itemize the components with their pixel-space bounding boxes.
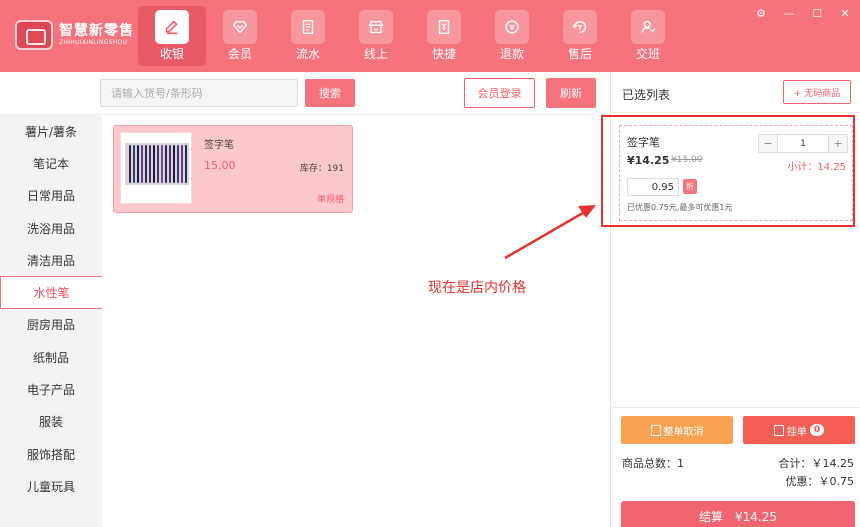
nav-item-cashier[interactable]: 收银 <box>138 6 206 66</box>
category-item[interactable]: 服装 <box>0 406 102 438</box>
hold-order-label: 挂单 <box>786 426 807 438</box>
refund-icon <box>495 10 529 44</box>
main-nav: 收银 会员 流水 线上 快捷 退款 售后 交班 <box>138 6 682 66</box>
nav-item-flow[interactable]: 流水 <box>274 6 342 66</box>
pen-pack-image <box>125 143 189 185</box>
product-spec: 单规格 <box>316 195 344 205</box>
cart-title: 已选列表 <box>622 88 671 102</box>
diamond-icon <box>223 10 257 44</box>
document-icon <box>291 10 325 44</box>
product-card[interactable]: 签字笔 15.00 库存：191 单规格 <box>113 125 353 213</box>
product-image <box>120 132 192 204</box>
nav-item-after-sale[interactable]: 售后 <box>546 6 614 66</box>
nav-item-quick[interactable]: 快捷 <box>410 6 478 66</box>
discount-input[interactable] <box>627 178 679 196</box>
cart-item-subtotal: 小计：14.25 <box>787 162 846 173</box>
divider <box>611 112 860 113</box>
hold-count-badge: 0 <box>809 424 825 436</box>
category-item[interactable]: 厨房用品 <box>0 309 102 341</box>
category-item[interactable]: 纸制品 <box>0 341 102 373</box>
nav-item-refund[interactable]: 退款 <box>478 6 546 66</box>
handover-icon <box>631 10 665 44</box>
cart-item-original-price: ¥15.00 <box>671 155 703 165</box>
nav-label: 快捷 <box>431 47 456 61</box>
close-icon[interactable]: ✕ <box>838 6 852 20</box>
settings-icon[interactable]: ⚙ <box>754 6 768 20</box>
cancel-order-label: 整单取消 <box>663 426 704 438</box>
cancel-order-button[interactable]: 整单取消 <box>621 416 733 444</box>
store-icon <box>359 10 393 44</box>
quantity-value[interactable]: 1 <box>777 135 829 152</box>
product-stock: 库存：191 <box>299 164 344 174</box>
checkout-button[interactable]: 结算 ¥14.25 <box>621 501 855 527</box>
app-logo: 智慧新零售 ZHIHUIXINLINGSHOU <box>15 20 134 50</box>
nav-label: 交班 <box>635 47 660 61</box>
discount-tag[interactable]: 折 <box>683 179 697 194</box>
divider <box>611 407 860 408</box>
nav-label: 退款 <box>499 47 524 61</box>
category-item[interactable]: 洗浴用品 <box>0 212 102 244</box>
nav-label: 会员 <box>227 47 252 61</box>
category-item[interactable]: 服饰搭配 <box>0 438 102 470</box>
minimize-icon[interactable]: — <box>782 6 796 20</box>
hold-order-button[interactable]: 挂单 0 <box>743 416 855 444</box>
quantity-stepper: − 1 + <box>758 134 848 153</box>
after-sale-icon <box>563 10 597 44</box>
category-item[interactable]: 薯片/薯条 <box>0 115 102 147</box>
search-toolbar: 搜索 会员登录 刷新 <box>0 72 610 115</box>
total-sum: 合计：￥14.25 <box>778 457 855 470</box>
increment-button[interactable]: + <box>829 135 847 152</box>
product-name: 签字笔 <box>204 140 234 151</box>
receipt-icon <box>427 10 461 44</box>
category-item[interactable]: 儿童玩具 <box>0 470 102 502</box>
product-grid: 签字笔 15.00 库存：191 单规格 <box>102 115 610 527</box>
cart-item-price: ¥14.25 <box>627 154 670 167</box>
nav-item-handover[interactable]: 交班 <box>614 6 682 66</box>
product-price: 15.00 <box>204 159 236 172</box>
nav-item-member[interactable]: 会员 <box>206 6 274 66</box>
add-no-code-item-button[interactable]: + 无码商品 <box>783 80 851 104</box>
total-item-count: 商品总数：1 <box>622 457 684 470</box>
search-button[interactable]: 搜索 <box>305 79 355 107</box>
logo-name-en: ZHIHUIXINLINGSHOU <box>59 39 128 46</box>
cart-item[interactable]: 签字笔 ¥14.25 ¥15.00 − 1 + 小计：14.25 折 已优惠0.… <box>619 125 853 221</box>
category-item[interactable]: 日常用品 <box>0 180 102 212</box>
logo-mark-icon <box>15 20 53 50</box>
category-item[interactable]: 电子产品 <box>0 373 102 405</box>
discount-note: 已优惠0.75元,最多可优惠1元 <box>627 203 733 212</box>
decrement-button[interactable]: − <box>759 135 777 152</box>
nav-label: 线上 <box>363 47 388 61</box>
category-sidebar: 薯片/薯条 笔记本 日常用品 洗浴用品 清洁用品 水性笔 厨房用品 纸制品 电子… <box>0 115 102 527</box>
pencil-icon <box>155 10 189 44</box>
cancel-icon <box>650 424 661 436</box>
search-input[interactable] <box>100 79 298 107</box>
app-header: 智慧新零售 ZHIHUIXINLINGSHOU 收银 会员 流水 线上 快捷 退… <box>0 0 860 72</box>
nav-item-online[interactable]: 线上 <box>342 6 410 66</box>
maximize-icon[interactable]: ☐ <box>810 6 824 20</box>
cart-item-name: 签字笔 <box>627 136 660 149</box>
refresh-button[interactable]: 刷新 <box>546 78 596 108</box>
category-item-active[interactable]: 水性笔 <box>0 276 102 309</box>
window-controls: ⚙ — ☐ ✕ <box>754 6 852 20</box>
logo-text: 智慧新零售 ZHIHUIXINLINGSHOU <box>59 23 134 47</box>
nav-label: 流水 <box>295 47 320 61</box>
category-item[interactable]: 笔记本 <box>0 147 102 179</box>
annotation-text: 现在是店内价格 <box>428 280 526 296</box>
cart-panel: 已选列表 + 无码商品 签字笔 ¥14.25 ¥15.00 − 1 + 小计：1… <box>601 72 860 527</box>
member-login-button[interactable]: 会员登录 <box>464 78 535 108</box>
nav-label: 收银 <box>159 47 184 61</box>
hold-icon <box>773 424 784 436</box>
category-item[interactable]: 清洁用品 <box>0 244 102 276</box>
nav-label: 售后 <box>567 47 592 61</box>
total-discount: 优惠：￥0.75 <box>785 475 855 488</box>
logo-name-cn: 智慧新零售 <box>59 23 134 39</box>
